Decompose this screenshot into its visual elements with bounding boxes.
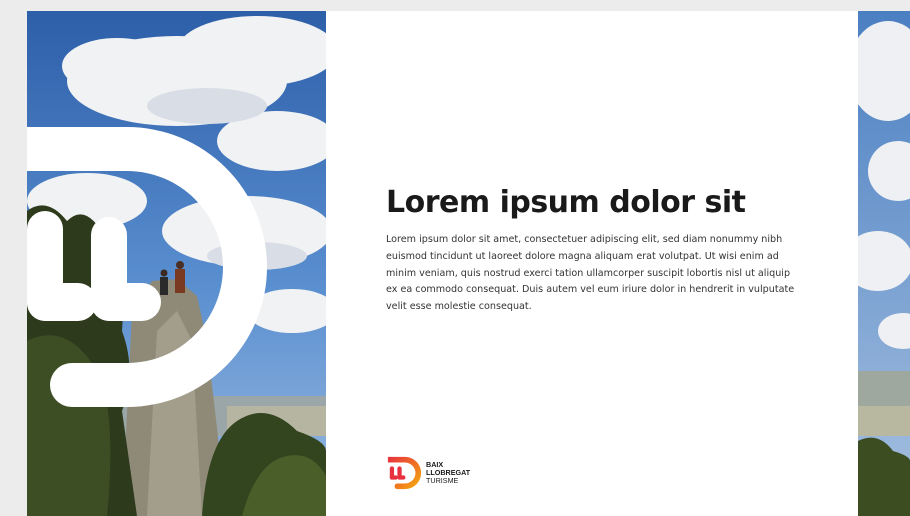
ll-brand-mark-icon: [387, 456, 422, 490]
page-title: Lorem ipsum dolor sit: [386, 185, 746, 220]
hero-photo-right: [858, 11, 910, 516]
brand-line-3: TURISME: [426, 475, 459, 485]
body-paragraph: Lorem ipsum dolor sit amet, consectetuer…: [386, 234, 795, 313]
content-card: Lorem ipsum dolor sit Lorem ipsum dolor …: [326, 11, 858, 516]
landscape-scene: [27, 11, 326, 516]
brand-wordmark: BAIX LLOBREGAT TURISME: [426, 460, 470, 485]
brand-logo: BAIX LLOBREGAT TURISME: [386, 453, 470, 493]
landscape-scene-right: [858, 11, 910, 516]
hero-photo-left: [27, 11, 326, 516]
